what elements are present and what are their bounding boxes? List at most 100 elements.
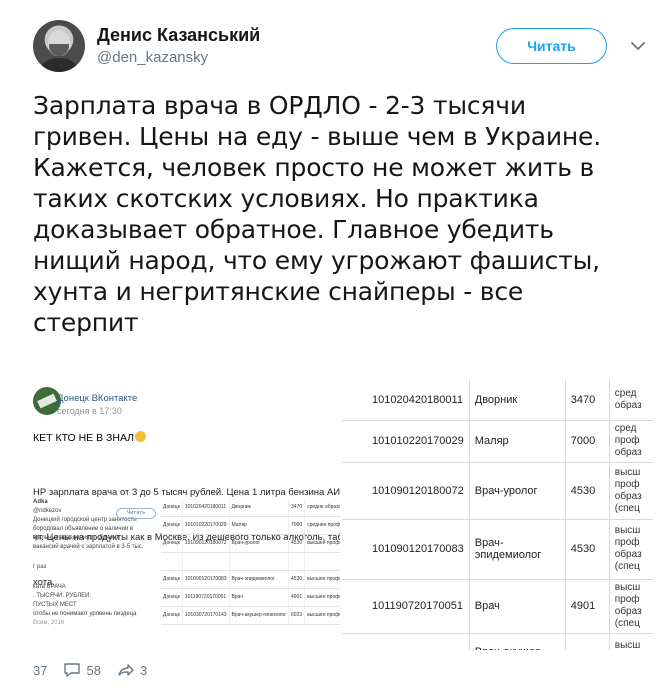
vacancy-job: Врач-акушер- гинеколог: [469, 633, 566, 650]
table-cell: [288, 552, 306, 571]
table-cell: [182, 552, 230, 571]
tweet-text: Зарплата врача в ОРДЛО - 2-3 тысячи грив…: [33, 90, 653, 338]
table-row: 101020420180011 Дворник 3470 сред образ: [342, 380, 653, 421]
vk-group-name: Донецк ВКонтакте: [57, 393, 138, 404]
vacancy-job: Маляр: [469, 420, 566, 463]
inner-line: ПУСТЫХ МЕСТ: [33, 602, 77, 608]
display-name[interactable]: Денис Казанський: [97, 25, 260, 46]
vacancy-code: 101030720170143: [342, 633, 470, 650]
table-row: 101030720170143 Врач-акушер- гинеколог 6…: [342, 633, 653, 650]
table-cell: [161, 552, 183, 571]
table-row: 101090120170083 Врач-эпидемиолог 4530 вы…: [342, 519, 653, 580]
vacancy-education: высш проф образ: [609, 633, 653, 650]
vacancy-salary: 4901: [565, 579, 610, 634]
media-image-vk-post[interactable]: Донецк ВКонтакте сегодня в 17:30 КЕТ КТО…: [33, 380, 340, 650]
inner-line: Всем, 2016: [33, 620, 65, 626]
vacancy-table: 101020420180011 Дворник 3470 сред образ …: [342, 380, 653, 650]
vacancy-salary: 6023: [565, 633, 610, 650]
inner-vacancy-table: Донецк 101020420180011 Дворник 3470 сред…: [161, 498, 340, 625]
inner-line: Adka: [33, 499, 48, 505]
vacancy-salary: 4530: [565, 462, 610, 520]
table-cell: среднее профес образо: [304, 516, 340, 535]
tweet-line: доказывает обратное. Главное убедить: [33, 215, 554, 244]
table-cell: 101190720170051: [182, 588, 230, 607]
table-cell: Дворник: [229, 498, 290, 517]
table-cell: 4901: [288, 588, 306, 607]
table-cell: Врач-акушер-гинеколог: [229, 606, 290, 625]
tweet-line: таких скотских условиях. Но практика: [33, 184, 539, 213]
vacancy-job: Врач-эпидемиолог: [469, 519, 566, 580]
avatar[interactable]: [33, 20, 85, 72]
comment-count: 58: [86, 662, 101, 678]
table-cell: 101020420180011: [182, 498, 230, 517]
chevron-down-icon[interactable]: [628, 36, 648, 56]
table-cell: 7000: [288, 516, 306, 535]
vk-headline-text: КЕТ КТО НЕ В ЗНАЛ: [33, 432, 135, 444]
table-cell: 4530: [288, 570, 306, 589]
inner-line: отобы не понимают уровень пиздеца: [33, 611, 137, 617]
vacancy-code: 101090120170083: [342, 519, 470, 580]
table-cell: Маляр: [229, 516, 290, 535]
vacancy-salary: 3470: [565, 380, 610, 421]
vacancy-job: Врач-уролог: [469, 462, 566, 520]
table-cell: 101010220170029: [182, 516, 230, 535]
vacancy-job: Врач: [469, 579, 566, 634]
inner-follow-button: Читать: [116, 508, 156, 519]
table-cell: Донецк: [161, 588, 183, 607]
vacancy-code: 101020420180011: [342, 380, 470, 421]
table-row: 101010220170029 Маляр 7000 сред проф обр…: [342, 420, 653, 463]
table-row: 101190720170051 Врач 4901 высш проф обра…: [342, 579, 653, 634]
table-cell: Врач: [229, 588, 290, 607]
table-cell: 101090120180072: [182, 534, 230, 553]
table-cell: [304, 552, 340, 571]
inner-line: г раз: [33, 564, 47, 570]
table-cell: высшее профес образо: [304, 606, 340, 625]
tweet-line: нищий народ, что ему угрожают фашисты,: [33, 246, 600, 275]
table-row: Донецк 101190720170051 Врач 4901 высшее …: [161, 588, 340, 607]
table-row: Донецк 101010220170029 Маляр 7000 средне…: [161, 516, 340, 535]
table-row: Донецк 101090120180072 Врач-уролог 4530 …: [161, 534, 340, 553]
vk-headline: КЕТ КТО НЕ В ЗНАЛ: [33, 431, 147, 444]
share-action: 3: [117, 662, 147, 678]
vk-inner-image: Adka @ndkezov Донецкий городской центр з…: [33, 498, 340, 650]
vacancy-education: сред проф образ: [609, 420, 653, 463]
vk-post-actions: 37 58 3: [33, 660, 147, 680]
inner-line: вакансий врачей с зарплатой в 3-5 тыс.: [33, 544, 144, 550]
vacancy-salary: 4530: [565, 519, 610, 580]
smile-emoji-icon: [135, 431, 147, 442]
tweet-line: стерпит: [33, 308, 139, 337]
vacancy-education: высш проф образ (спец: [609, 462, 653, 520]
inner-line: . ТЫСЯЧИ. РУБЛЕЙ.: [33, 593, 92, 599]
tweet-line: Зарплата врача в ОРДЛО - 2-3 тысячи: [33, 91, 526, 120]
table-cell: средне образо: [304, 498, 340, 517]
vacancy-education: высш проф образ (спец: [609, 579, 653, 634]
table-row: 101090120180072 Врач-уролог 4530 высш пр…: [342, 462, 653, 520]
vacancy-code: 101190720170051: [342, 579, 470, 634]
table-cell: высшее профес: [304, 570, 340, 589]
table-row: Донецк 101030720170143 Врач-акушер-гинек…: [161, 606, 340, 625]
vacancy-code: 101090120180072: [342, 462, 470, 520]
media-image-vacancy-table[interactable]: 101020420180011 Дворник 3470 сред образ …: [342, 380, 653, 650]
inner-line: фильных заведениях г. Донецк: [33, 535, 120, 541]
table-row: Донецк 101020420180011 Дворник 3470 сред…: [161, 498, 340, 517]
vacancy-code: 101010220170029: [342, 420, 470, 463]
avatar-shirt: [37, 58, 81, 72]
vacancy-salary: 7000: [565, 420, 610, 463]
table-cell: Донецк: [161, 498, 183, 517]
table-cell: 101090120170083: [182, 570, 230, 589]
follow-button[interactable]: Читать: [496, 28, 607, 64]
table-cell: Донецк: [161, 606, 183, 625]
share-count: 3: [139, 662, 148, 678]
tweet-media[interactable]: Донецк ВКонтакте сегодня в 17:30 КЕТ КТО…: [33, 380, 653, 650]
tweet-line: гривен. Цены на еду - выше чем в Украине…: [33, 122, 601, 151]
table-cell: Донецк: [161, 516, 183, 535]
tweet-line: хунта и негритянские снайперы - все: [33, 277, 524, 306]
user-handle[interactable]: @den_kazansky: [97, 49, 260, 66]
tweet-line: Кажется, человек просто не может жить в: [33, 153, 595, 182]
tweet-header: Денис Казанський @den_kazansky Читать: [33, 20, 653, 80]
share-arrow-icon: [118, 664, 134, 676]
inner-line: ката ВРАЧА: [33, 584, 66, 590]
table-cell: 101030720170143: [182, 606, 230, 625]
vacancy-job: Дворник: [469, 380, 566, 421]
